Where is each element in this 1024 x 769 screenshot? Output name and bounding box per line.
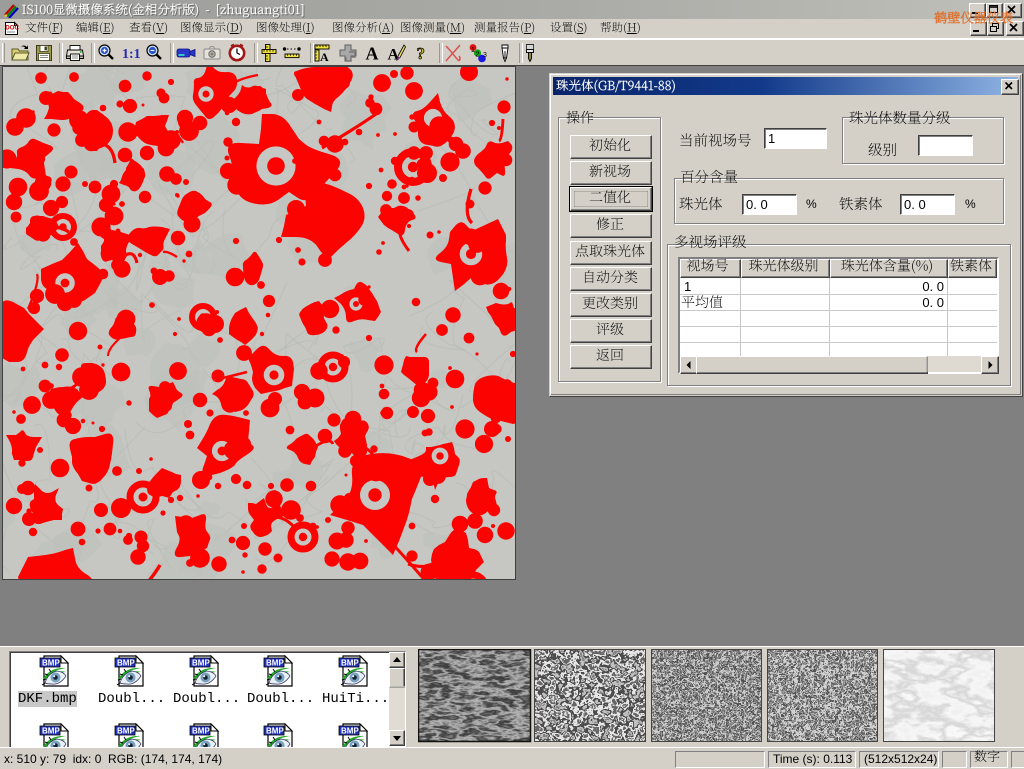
svg-text:3: 3 [483,52,487,59]
svg-text:A: A [366,44,379,64]
svg-text:A: A [320,50,329,63]
svg-text:A: A [388,47,400,64]
svg-text:1: 1 [471,47,475,54]
svg-text:1:1: 1:1 [122,47,140,62]
svg-text:DOC: DOC [5,25,19,32]
svg-text:?: ? [417,44,426,63]
svg-text:2: 2 [476,52,480,59]
